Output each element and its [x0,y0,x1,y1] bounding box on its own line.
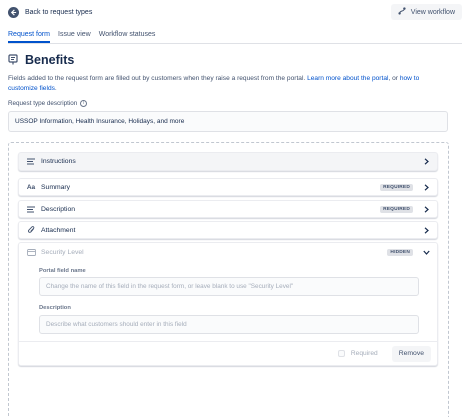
hidden-badge: HIDDEN [387,248,413,256]
paperclip-icon [26,226,36,234]
workflow-icon [398,7,406,17]
tab-bar: Request form Issue view Workflow statuse… [8,31,462,44]
learn-more-link[interactable]: Learn more about the portal [307,75,388,82]
required-badge: REQUIRED [380,183,413,191]
description-end: . [54,85,57,92]
rtd-label-text: Request type description [8,100,78,107]
tab-issue-view[interactable]: Issue view [58,31,91,43]
description-label: Description [39,305,71,311]
request-type-icon [8,53,18,67]
description-input[interactable]: Describe what customers should enter in … [39,315,419,334]
security-card-icon [26,248,36,256]
required-checkbox[interactable] [337,350,345,357]
field-label: Instructions [41,158,76,165]
info-icon[interactable]: i [80,100,88,107]
required-badge: REQUIRED [380,205,413,213]
required-label: Required [350,350,378,357]
chevron-right-icon[interactable] [422,183,430,191]
tab-request-form[interactable]: Request form [8,31,51,43]
security-level-footer: Required Remove [19,341,437,365]
portal-field-name-input[interactable]: Change the name of this field in the req… [39,277,419,296]
top-bar: Back to request types View workflow [8,4,462,20]
chevron-right-icon[interactable] [422,158,430,165]
back-to-request-types-link[interactable]: Back to request types [8,6,93,18]
request-type-description-label: Request type description i [8,100,88,107]
description-text: Fields added to the request form are fil… [8,75,308,82]
field-row-summary[interactable]: Aa Summary REQUIRED [18,178,438,196]
field-row-instructions[interactable]: Instructions [18,152,438,171]
security-level-header[interactable]: Security Level HIDDEN [19,243,437,261]
tab-workflow-statuses[interactable]: Workflow statuses [99,31,156,43]
field-row-attachment[interactable]: Attachment [18,221,438,239]
portal-field-name-label: Portal field name [39,268,86,274]
chevron-right-icon[interactable] [422,205,430,213]
field-row-description[interactable]: Description REQUIRED [18,200,438,218]
text-format-icon: Aa [26,183,36,191]
back-label: Back to request types [25,8,93,16]
view-workflow-label: View workflow [410,8,455,16]
page-header: Benefits [8,53,74,67]
text-lines-icon [26,158,36,165]
arrow-left-icon [8,6,19,18]
field-label: Security Level [41,248,84,256]
page-description: Fields added to the request form are fil… [8,74,448,94]
chevron-down-icon[interactable] [422,250,430,255]
remove-button[interactable]: Remove [391,345,431,362]
field-label: Attachment [41,226,76,234]
field-label: Summary [41,183,71,191]
chevron-right-icon[interactable] [422,226,430,234]
request-type-description-input[interactable]: USSOP Information, Health Insurance, Hol… [8,111,448,132]
field-row-security-level: Security Level HIDDEN Portal field name … [18,242,438,366]
page-title: Benefits [25,53,75,67]
description-middle: , or [388,75,400,82]
field-label: Description [41,205,75,213]
view-workflow-button[interactable]: View workflow [390,4,462,20]
text-lines-icon [26,205,36,213]
